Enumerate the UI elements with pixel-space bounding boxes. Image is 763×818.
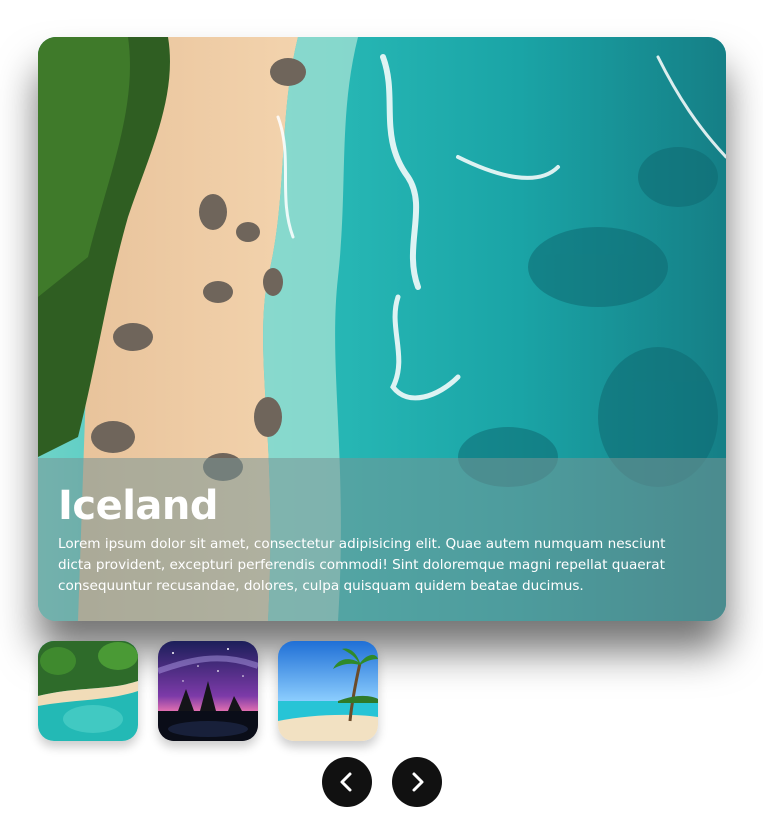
slider-widget: Iceland Lorem ipsum dolor sit amet, cons… <box>0 0 763 818</box>
thumbnail-list <box>38 641 378 741</box>
previous-button[interactable] <box>322 757 372 807</box>
slide-description: Lorem ipsum dolor sit amet, consectetur … <box>58 536 666 594</box>
slide-caption: Iceland Lorem ipsum dolor sit amet, cons… <box>38 458 726 621</box>
next-button[interactable] <box>392 757 442 807</box>
night-sky-rocks-image <box>158 641 258 741</box>
tropical-island-image <box>38 641 138 741</box>
chevron-right-icon <box>412 772 424 792</box>
slide-title: Iceland <box>58 483 219 529</box>
thumbnail-tropical-island[interactable] <box>38 641 138 741</box>
chevron-left-icon <box>340 772 352 792</box>
main-slide: Iceland Lorem ipsum dolor sit amet, cons… <box>38 37 726 621</box>
thumbnail-palm-beach[interactable] <box>278 641 378 741</box>
slider-navigation <box>322 757 442 807</box>
palm-beach-image <box>278 641 378 741</box>
thumbnail-night-sky[interactable] <box>158 641 258 741</box>
